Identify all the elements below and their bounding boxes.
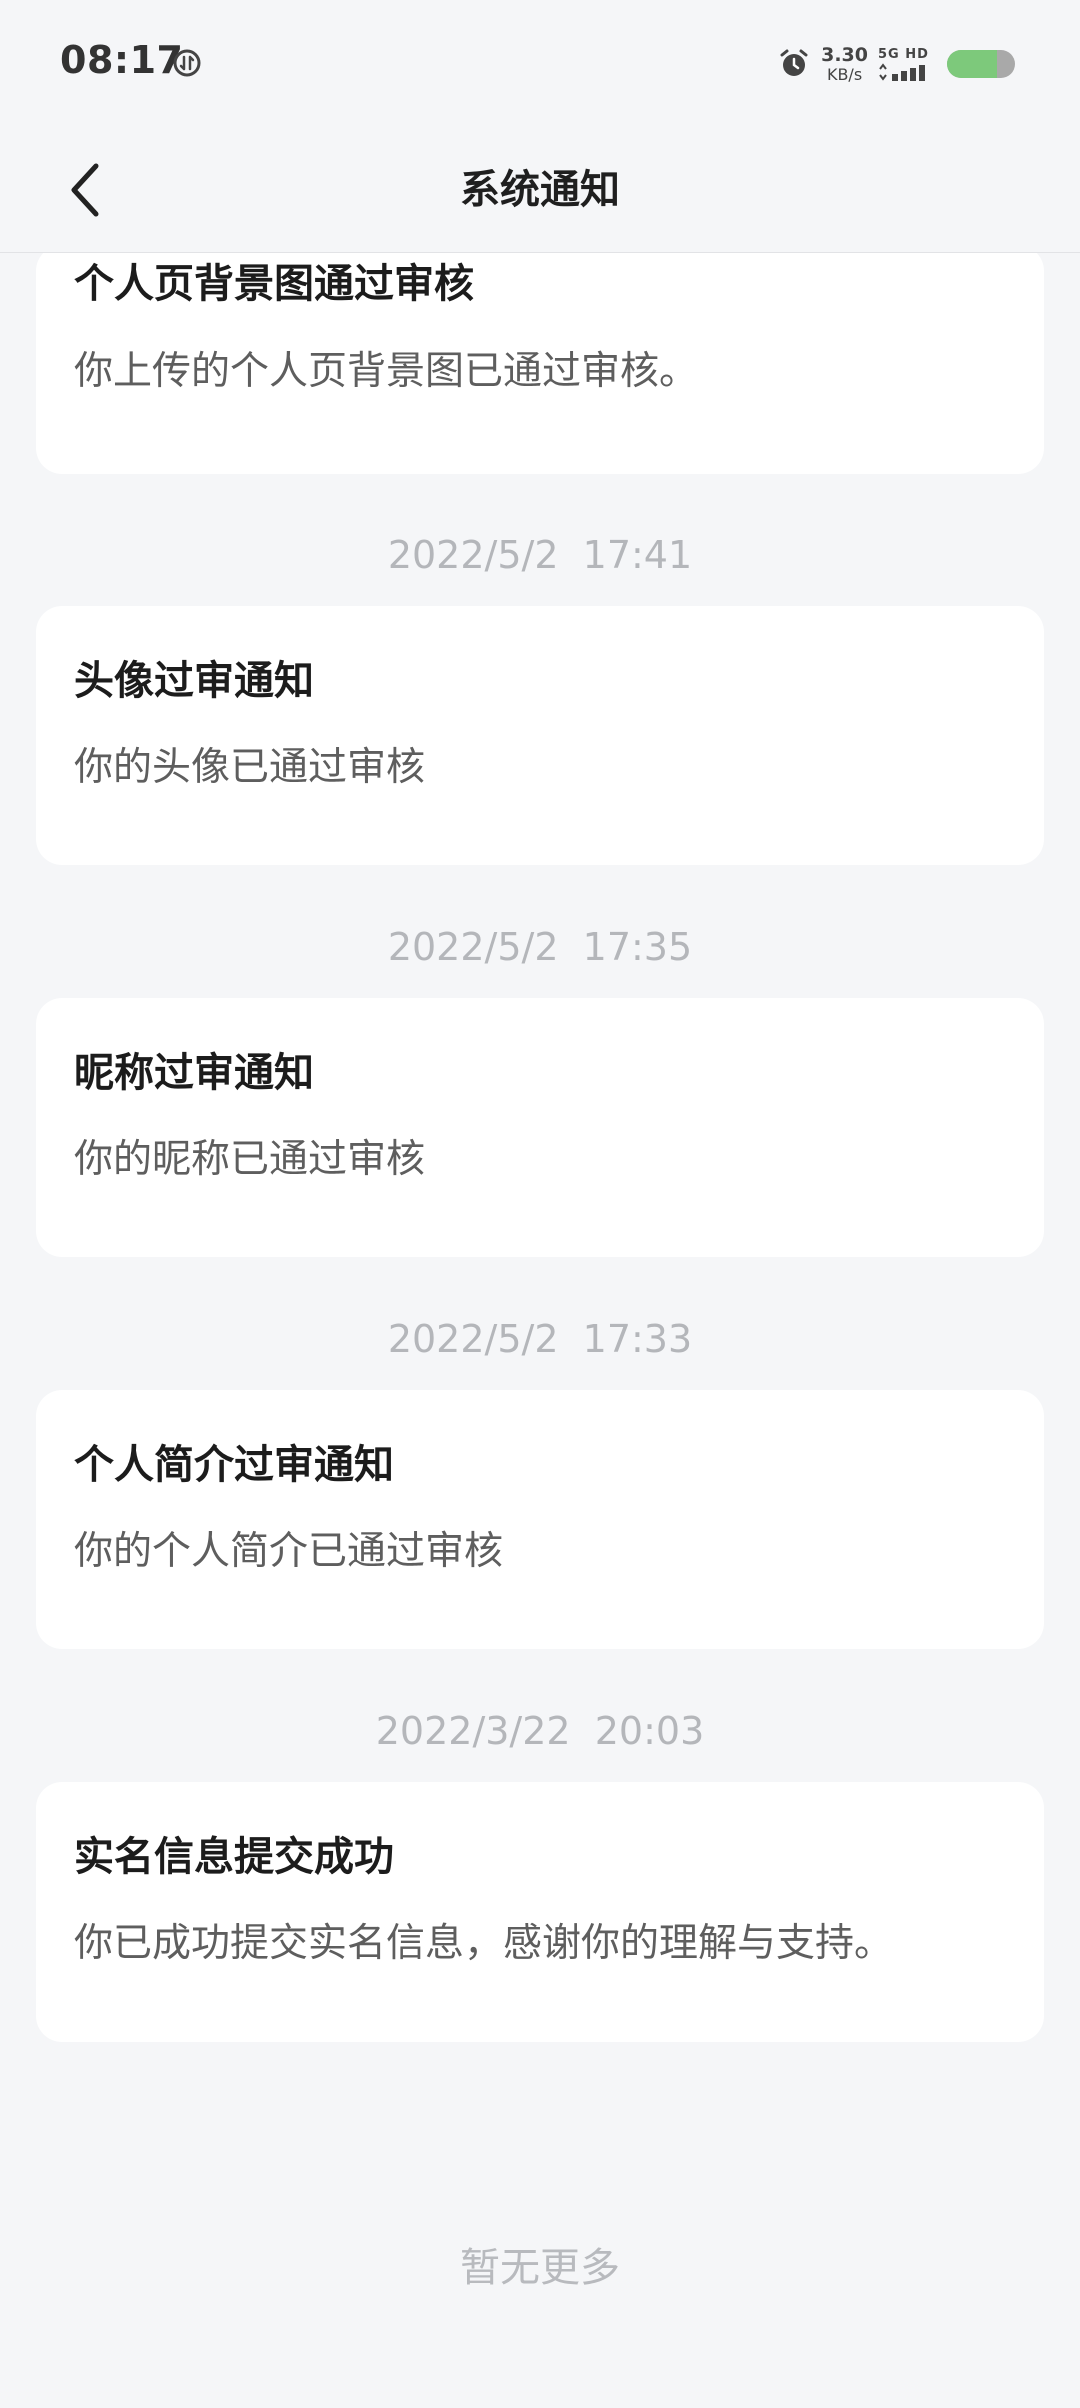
notification-card[interactable]: 个人页背景图通过审核 你上传的个人页背景图已通过审核。	[36, 253, 1044, 474]
navigation-bar: 系统通知	[0, 128, 1080, 253]
status-indicators: 3.30 KB/s 5G HD	[777, 40, 1016, 88]
notification-body: 你的头像已通过审核	[74, 745, 426, 790]
notification-title: 个人简介过审通知	[74, 1442, 394, 1488]
notification-body: 你的昵称已通过审核	[74, 1137, 426, 1182]
notification-card[interactable]: 头像过审通知 你的头像已通过审核	[36, 606, 1044, 865]
notification-timestamp: 2022/5/2 17:33	[387, 1317, 693, 1361]
notification-card[interactable]: 实名信息提交成功 你已成功提交实名信息，感谢你的理解与支持。	[36, 1782, 1044, 2042]
notification-title: 实名信息提交成功	[74, 1834, 394, 1880]
notification-card[interactable]: 昵称过审通知 你的昵称已通过审核	[36, 998, 1044, 1257]
notification-body: 你的个人简介已通过审核	[74, 1529, 504, 1574]
data-saver-icon	[173, 49, 201, 77]
signal-indicator: 5G HD	[878, 48, 930, 81]
notification-timestamp: 2022/5/2 17:41	[387, 533, 693, 577]
no-more-label: 暂无更多	[460, 2245, 620, 2291]
alarm-icon	[780, 49, 808, 76]
signal-bars-icon	[879, 62, 925, 81]
status-time: 08:17	[60, 38, 184, 82]
notification-body: 你已成功提交实名信息，感谢你的理解与支持。	[74, 1921, 894, 1966]
notification-title: 头像过审通知	[74, 658, 314, 704]
notification-body: 你上传的个人页背景图已通过审核。	[74, 349, 699, 394]
battery-icon	[947, 50, 1015, 78]
network-speed-unit: KB/s	[826, 64, 863, 84]
notification-list[interactable]: 个人页背景图通过审核 你上传的个人页背景图已通过审核。 2022/5/2 17:…	[0, 253, 1080, 2408]
network-speed: 3.30 KB/s	[821, 43, 868, 84]
notification-card[interactable]: 个人简介过审通知 你的个人简介已通过审核	[36, 1390, 1044, 1649]
back-button[interactable]	[46, 150, 126, 230]
notification-timestamp: 2022/5/2 17:35	[387, 925, 693, 969]
notification-title: 个人页背景图通过审核	[74, 261, 474, 307]
status-bar: 08:17 3.30 KB/s 5G HD	[0, 0, 1080, 128]
chevron-left-icon	[71, 163, 99, 217]
notification-title: 昵称过审通知	[74, 1050, 314, 1096]
page-title: 系统通知	[460, 167, 620, 213]
signal-label: 5G HD	[878, 46, 929, 62]
network-speed-value: 3.30	[821, 43, 868, 66]
notification-timestamp: 2022/3/22 20:03	[375, 1709, 705, 1753]
